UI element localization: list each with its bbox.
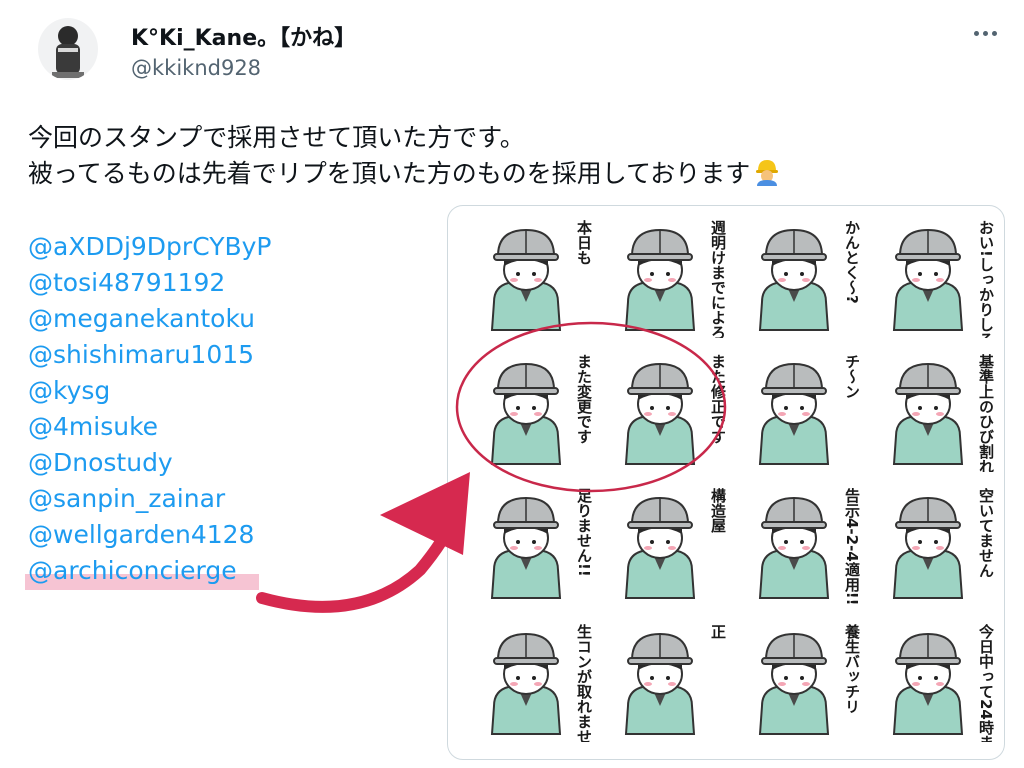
sticker-caption: 正 — [709, 624, 726, 639]
sticker-item: 構造屋 — [598, 482, 726, 610]
sticker-character-icon — [624, 362, 696, 465]
construction-worker-emoji-icon — [756, 160, 779, 186]
sticker-caption: 週明けまでによろしく — [709, 220, 726, 338]
mention-link[interactable]: @sanpin_zainar — [28, 484, 225, 513]
sticker-caption: 告示4-2-4適用!!! — [843, 488, 860, 606]
sticker-caption: また変更です — [575, 354, 592, 444]
sticker-item: 本日も — [464, 214, 592, 342]
sticker-item: 基準上のひび割れです — [866, 348, 994, 476]
avatar-illustration-icon — [52, 26, 84, 78]
mention-link[interactable]: @meganekantoku — [28, 304, 255, 333]
sticker-caption: 本日も — [575, 220, 592, 265]
sticker-item: 足りません!! — [464, 482, 592, 610]
sticker-item: また変更です — [464, 348, 592, 476]
tweet-text-line-2-text: 被ってるものは先着でリプを頂いた方のものを採用しております — [28, 159, 751, 188]
sticker-item: 告示4-2-4適用!!! — [732, 482, 860, 610]
mention-link[interactable]: @shishimaru1015 — [28, 340, 254, 369]
sticker-character-icon — [892, 362, 964, 465]
mention-link[interactable]: @kysg — [28, 376, 110, 405]
sticker-character-icon — [892, 632, 964, 735]
more-icon[interactable] — [968, 18, 1002, 48]
sticker-character-icon — [624, 632, 696, 735]
sticker-item: かんとく〜? — [732, 214, 860, 342]
mention-link[interactable]: @4misuke — [28, 412, 158, 441]
mention-link[interactable]: @tosi48791192 — [28, 268, 225, 297]
sticker-character-icon — [758, 496, 830, 599]
sticker-item: 養生バッチリ — [732, 618, 860, 746]
sticker-character-icon — [892, 496, 964, 599]
sticker-caption: かんとく〜? — [843, 220, 860, 304]
sticker-character-icon — [624, 496, 696, 599]
sticker-caption: 構造屋 — [709, 488, 726, 533]
sticker-caption: 基準上のひび割れです — [977, 354, 994, 472]
sticker-character-icon — [490, 632, 562, 735]
sticker-character-icon — [758, 228, 830, 331]
sticker-caption: チ〜ン — [843, 354, 860, 399]
sticker-item: 今日中って24時までですよね — [866, 618, 994, 746]
sticker-item: また修正です — [598, 348, 726, 476]
sticker-caption: 生コンが取れません — [575, 624, 592, 742]
sticker-caption: 足りません!! — [575, 488, 592, 577]
tweet-text-line-2: 被ってるものは先着でリプを頂いた方のものを採用しております — [28, 154, 782, 190]
handle[interactable]: @kkiknd928 — [131, 56, 261, 80]
mention-link[interactable]: @aXDDj9DprCYByP — [28, 232, 272, 261]
mention-link[interactable]: @Dnostudy — [28, 448, 173, 477]
sticker-caption: 今日中って24時までですよね — [977, 624, 994, 742]
sticker-item: チ〜ン — [732, 348, 860, 476]
sticker-caption: また修正です — [709, 354, 726, 444]
sticker-character-icon — [624, 228, 696, 331]
sticker-character-icon — [892, 228, 964, 331]
media-image[interactable]: 本日も 週明けまでによろしく かんとく〜? おい!しっかりしろ! また変更です また修正で… — [447, 205, 1005, 760]
sticker-caption: おい!しっかりしろ! — [977, 220, 994, 338]
sticker-character-icon — [758, 362, 830, 465]
sticker-item: 週明けまでによろしく — [598, 214, 726, 342]
avatar[interactable] — [38, 18, 98, 80]
sticker-item: 生コンが取れません — [464, 618, 592, 746]
sticker-character-icon — [490, 362, 562, 465]
sticker-item: 正 — [598, 618, 726, 746]
sticker-character-icon — [490, 496, 562, 599]
sticker-item: 空いてません — [866, 482, 994, 610]
sticker-character-icon — [490, 228, 562, 331]
mention-link[interactable]: @wellgarden4128 — [28, 520, 254, 549]
sticker-character-icon — [758, 632, 830, 735]
tweet-text-line-1: 今回のスタンプで採用させて頂いた方です。 — [28, 123, 525, 152]
sticker-item: おい!しっかりしろ! — [866, 214, 994, 342]
display-name[interactable]: K°Ki_Kane。【かね】 — [131, 20, 356, 52]
mention-link-highlighted[interactable]: @archiconcierge — [28, 556, 237, 585]
sticker-caption: 養生バッチリ — [843, 624, 860, 714]
sticker-caption: 空いてません — [977, 488, 994, 578]
